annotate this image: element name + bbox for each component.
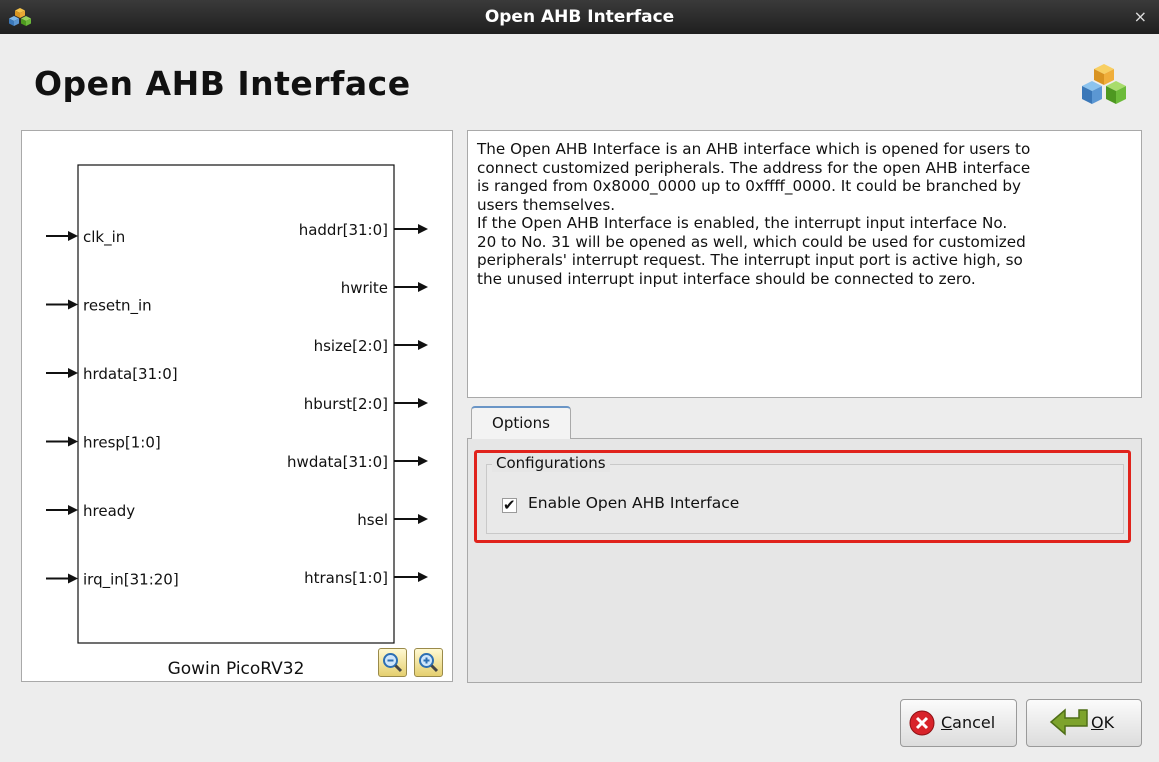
enable-open-ahb-label[interactable]: Enable Open AHB Interface xyxy=(528,494,739,512)
input-port: irq_in[31:20] xyxy=(46,571,179,590)
cancel-label: Cancel xyxy=(941,713,996,732)
zoom-out-button[interactable] xyxy=(378,648,407,677)
input-port: clk_in xyxy=(46,228,125,247)
block-diagram-canvas: clk_in resetn_in hrdata[31:0] hresp[1:0] hre… xyxy=(46,164,428,679)
output-port-label: hwrite xyxy=(341,279,388,297)
zoom-in-icon xyxy=(419,653,439,673)
output-port: hwdata[31:0] xyxy=(287,453,428,471)
page-title: Open AHB Interface xyxy=(34,64,411,103)
ok-label: OK xyxy=(1091,713,1115,732)
enable-open-ahb-checkbox[interactable]: ✔ xyxy=(502,496,517,514)
zoom-in-button[interactable] xyxy=(414,648,443,677)
tab-options[interactable]: Options xyxy=(471,406,571,439)
output-port-label: hsize[2:0] xyxy=(314,337,388,355)
input-port: hrdata[31:0] xyxy=(46,365,178,383)
output-port-label: haddr[31:0] xyxy=(299,221,388,239)
block-name: Gowin PicoRV32 xyxy=(168,659,305,679)
close-icon[interactable]: × xyxy=(1134,0,1147,34)
output-port: haddr[31:0] xyxy=(299,221,428,239)
output-port-label: htrans[1:0] xyxy=(304,569,388,587)
output-port-label: hsel xyxy=(357,511,388,529)
description-text: The Open AHB Interface is an AHB interfa… xyxy=(467,130,1142,398)
input-port-label: clk_in xyxy=(83,228,125,247)
output-port: htrans[1:0] xyxy=(304,569,428,587)
output-port: hburst[2:0] xyxy=(304,395,428,413)
cubes-logo-icon xyxy=(1082,64,1126,104)
input-port: hready xyxy=(46,502,135,520)
output-port-label: hwdata[31:0] xyxy=(287,453,388,471)
checkmark-icon: ✔ xyxy=(503,496,516,514)
input-port-label: hrdata[31:0] xyxy=(83,365,178,383)
output-port: hwrite xyxy=(341,279,428,297)
cancel-x-icon xyxy=(909,710,935,736)
zoom-out-icon xyxy=(383,653,403,673)
ok-button[interactable]: OK xyxy=(1026,699,1142,747)
input-port-label: resetn_in xyxy=(83,297,152,316)
configurations-group-title: Configurations xyxy=(492,454,610,472)
window-title: Open AHB Interface xyxy=(484,7,675,27)
input-port-label: hresp[1:0] xyxy=(83,434,161,452)
cancel-button[interactable]: Cancel xyxy=(900,699,1017,747)
output-port-label: hburst[2:0] xyxy=(304,395,388,413)
output-port: hsize[2:0] xyxy=(314,337,428,355)
input-port-label: hready xyxy=(83,502,135,520)
input-port: hresp[1:0] xyxy=(46,434,161,452)
input-port: resetn_in xyxy=(46,297,152,316)
input-port-label: irq_in[31:20] xyxy=(83,571,179,590)
window-titlebar: Open AHB Interface × xyxy=(0,0,1159,34)
ip-block-diagram: clk_in resetn_in hrdata[31:0] hresp[1:0] hre… xyxy=(21,130,453,682)
ok-arrow-icon xyxy=(1049,708,1088,736)
